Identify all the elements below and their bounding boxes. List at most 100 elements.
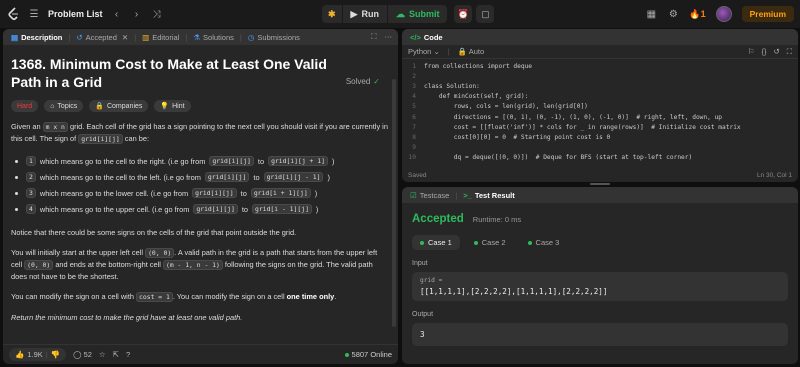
comments-button[interactable]: ◯ 52 — [73, 350, 92, 359]
avatar[interactable] — [715, 6, 732, 22]
description-paragraph-5: Return the minimum cost to make the grid… — [11, 313, 243, 322]
online-dot-icon — [344, 352, 349, 357]
next-problem-icon[interactable]: › — [131, 9, 143, 20]
case-2-tab[interactable]: Case 2 — [466, 235, 514, 250]
favorite-star-icon[interactable]: ☆ — [99, 350, 106, 359]
solved-badge: Solved ✓ — [345, 77, 380, 86]
like-button[interactable]: 👍 1.9K | 👎 — [9, 348, 67, 361]
cloud-upload-icon: ☁ — [395, 8, 405, 19]
document-icon: ▤ — [11, 32, 19, 42]
leetcode-logo-icon[interactable] — [6, 7, 20, 21]
description-scrollbar[interactable] — [392, 79, 396, 327]
line-text: rows, cols = len(grid), len(grid[0]) — [424, 103, 588, 111]
timer-button[interactable]: ⏰ — [454, 5, 473, 23]
code-line: 10 dq = deque([(0, 0)]) # Deque for BFS … — [402, 153, 798, 163]
line-text: dq = deque([(0, 0)]) # Deque for BFS (st… — [424, 154, 693, 162]
code-tab-bar: </> Code — [402, 29, 798, 45]
reset-icon[interactable]: ↺ — [773, 47, 779, 57]
code-line: 7 cost = [[float('inf')] * cols for _ in… — [402, 122, 798, 132]
top-bar: ☰ Problem List ‹ › ⤨ ✱ ▶ Run ☁ Submit ⏰ ▢ … — [0, 0, 800, 28]
bookmark-icon[interactable]: ⚐ — [748, 47, 755, 57]
tab-description[interactable]: ▤ Description — [9, 33, 64, 42]
code-line: 6 directions = [(0, 1), (0, -1), (1, 0),… — [402, 112, 798, 122]
streak-counter[interactable]: 🔥1 — [689, 9, 705, 20]
test-result-panel: ☑ Testcase | >_ Test Result Accepted Runtim… — [402, 187, 798, 364]
input-value: [[1,1,1,1],[2,2,2,2],[1,1,1,1],[2,2,2,2]… — [420, 287, 608, 296]
line-number: 10 — [408, 154, 416, 162]
layout-icon[interactable]: ▦ — [645, 9, 657, 20]
close-tab-icon[interactable]: ✕ — [122, 33, 128, 42]
fullscreen-icon[interactable]: ⛶ — [787, 47, 792, 57]
editor-toolbar: Python ⌄ | 🔒 Auto ⚐ {} ↺ ⛶ — [402, 45, 798, 59]
history-icon: ↺ — [76, 32, 83, 42]
tab-test-result[interactable]: >_ Test Result — [461, 191, 516, 200]
description-paragraph-3: You will initially start at the upper le… — [11, 248, 378, 281]
companies-chip[interactable]: 🔒 Companies — [89, 100, 149, 112]
tab-submissions[interactable]: ◷ Submissions — [246, 33, 302, 42]
description-paragraph-2: Notice that there could be some signs on… — [11, 228, 297, 237]
terminal-icon: >_ — [463, 190, 472, 200]
line-number: 4 — [412, 93, 416, 101]
submit-button[interactable]: ☁ Submit — [387, 5, 448, 23]
notes-button[interactable]: ▢ — [476, 5, 495, 23]
flask-icon: ⚗ — [193, 32, 201, 42]
bug-icon: ✱ — [328, 8, 336, 19]
share-icon[interactable]: ⇱ — [113, 350, 119, 359]
list-item: 3 which means go to the lower cell. (i.e … — [11, 185, 390, 201]
input-label: Input — [412, 260, 428, 267]
case-1-tab[interactable]: Case 1 — [412, 235, 460, 250]
case-tabs: Case 1 Case 2 Case 3 — [412, 235, 788, 250]
help-icon[interactable]: ? — [126, 350, 130, 359]
line-number: 1 — [412, 62, 416, 70]
result-tab-bar: ☑ Testcase | >_ Test Result — [402, 187, 798, 203]
line-text: cost = [[float('inf')] * cols for _ in r… — [424, 123, 741, 131]
editor-status-bar: Saved Ln 30, Col 1 — [408, 171, 792, 179]
braces-icon[interactable]: {} — [761, 47, 766, 57]
checkbox-icon: ☑ — [410, 190, 417, 200]
problem-list-icon[interactable]: ☰ — [28, 9, 40, 20]
tab-solutions[interactable]: ⚗ Solutions — [191, 33, 236, 42]
debug-button[interactable]: ✱ — [322, 5, 342, 23]
problem-list-link[interactable]: Problem List — [48, 9, 103, 19]
comment-icon: ◯ — [73, 350, 82, 359]
maximize-icon[interactable]: ⛶ — [371, 32, 376, 42]
tab-editorial[interactable]: ▥ Editorial — [140, 33, 181, 42]
panel-resize-handle[interactable] — [402, 183, 798, 186]
case-3-tab[interactable]: Case 3 — [520, 235, 568, 250]
pass-dot-icon — [420, 240, 424, 245]
language-select[interactable]: Python ⌄ — [408, 47, 440, 56]
settings-gear-icon[interactable]: ⚙ — [667, 9, 679, 20]
code-line: 5 rows, cols = len(grid), len(grid[0]) — [402, 102, 798, 112]
line-text: directions = [(0, 1), (0, -1), (1, 0), (… — [424, 113, 723, 121]
code-line: 1 from collections import deque — [402, 61, 798, 71]
line-text: cost[0][0] = 0 # Starting point cost is … — [424, 133, 611, 141]
run-button[interactable]: ▶ Run — [342, 5, 387, 23]
collapse-icon[interactable]: ⋯ — [385, 32, 393, 42]
auto-mode-toggle[interactable]: 🔒 Auto — [458, 47, 484, 56]
premium-button[interactable]: Premium — [741, 6, 794, 22]
pass-dot-icon — [527, 240, 532, 245]
code-line: 8 cost[0][0] = 0 # Starting point cost i… — [402, 132, 798, 142]
line-number: 5 — [412, 103, 416, 111]
prev-problem-icon[interactable]: ‹ — [111, 9, 123, 20]
list-item: 1 which means go to the cell to the right… — [11, 153, 390, 169]
thumbs-down-icon[interactable]: 👎 — [51, 350, 60, 359]
description-panel: ▤ Description | ↺ Accepted ✕ | ▥ Editorial |… — [3, 29, 398, 364]
line-number: 2 — [412, 72, 416, 80]
lock-icon: 🔒 — [95, 103, 104, 110]
tab-testcase[interactable]: ☑ Testcase — [408, 191, 451, 200]
input-box: grid = [[1,1,1,1],[2,2,2,2],[1,1,1,1],[2… — [412, 272, 788, 301]
clock-icon: ◷ — [247, 32, 255, 42]
chevron-down-icon: ⌄ — [433, 47, 440, 56]
code-panel: </> Code Python ⌄ | 🔒 Auto ⚐ {} ↺ ⛶ 1 from… — [402, 29, 798, 182]
tab-accepted[interactable]: ↺ Accepted ✕ — [74, 33, 130, 42]
code-editor[interactable]: 1 from collections import deque 2 3 class So… — [402, 59, 798, 166]
topics-chip[interactable]: ⌂ Topics — [44, 100, 84, 112]
shuffle-icon[interactable]: ⤨ — [151, 9, 163, 20]
tab-code[interactable]: </> Code — [408, 33, 445, 42]
hint-chip[interactable]: 💡 Hint — [154, 100, 191, 112]
runtime-label: Runtime: 0 ms — [472, 215, 522, 224]
line-text: def minCost(self, grid): — [424, 93, 529, 101]
line-number: 3 — [412, 82, 416, 90]
code-line: 9 — [402, 143, 798, 153]
